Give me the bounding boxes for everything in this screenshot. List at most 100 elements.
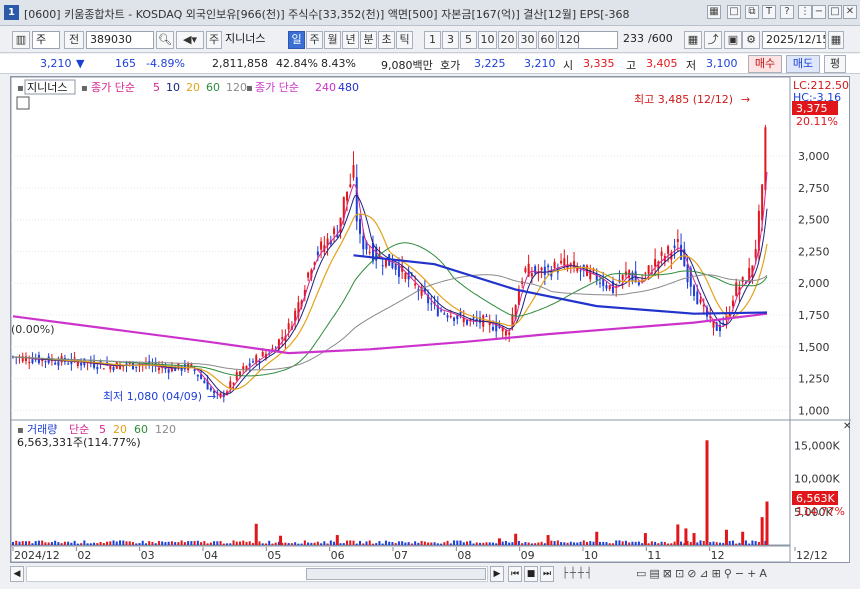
date-input[interactable]: 2025/12/15 (762, 31, 826, 49)
tile-icon[interactable]: ⧉ (745, 5, 759, 19)
save-icon[interactable]: ▣ (724, 31, 742, 49)
stop-icon[interactable]: ■ (524, 566, 538, 582)
chart-scrollbar[interactable]: ◀ ▶ ⏮ ■ ⏭ ├┼┼┤ ▭▤⊠⊡⊘⊿⊞⚲−+A (10, 565, 850, 585)
chart-area[interactable]: 3,000 2,750 2,500 2,250 2,000 1,750 1,500 1,250… (10, 76, 851, 564)
text-icon[interactable]: T (762, 5, 776, 19)
volume-bar (258, 541, 261, 545)
scroll-left-icon[interactable]: ◀ (10, 566, 24, 582)
price-tick-label: 1,750 (798, 309, 830, 322)
candle (164, 368, 167, 370)
sell-button[interactable]: 매도 (786, 55, 820, 73)
volume-tick-label: 15,000K (794, 440, 840, 453)
volume-bar (410, 543, 413, 545)
volume-bar (491, 542, 494, 545)
volume-bar (213, 541, 216, 545)
layout-icon[interactable]: ▥ (12, 31, 30, 49)
period-button-5[interactable]: 초 (378, 31, 395, 49)
volume-spike (724, 529, 728, 545)
volume-bar (654, 541, 657, 545)
interval-select[interactable] (578, 31, 618, 49)
volume-bar (667, 543, 670, 545)
x-tick-label: 02 (77, 549, 91, 562)
volume-bar (540, 541, 543, 545)
candle (307, 272, 310, 278)
candle (491, 326, 494, 331)
period-button-1[interactable]: 주 (306, 31, 323, 49)
volume-bar (427, 542, 430, 545)
period-button-4[interactable]: 분 (360, 31, 377, 49)
stock-code-input[interactable]: 389030 (86, 31, 154, 49)
sound-icon[interactable]: ◀▾ (176, 31, 204, 49)
volume-bar (206, 543, 209, 545)
balance-button[interactable]: 평 (824, 55, 846, 73)
minimize-grid-icon[interactable]: ▦ (707, 5, 721, 19)
interval-button-5[interactable]: 5 (460, 31, 477, 49)
turnover-rate: 8.43% (321, 57, 356, 70)
candle (563, 258, 566, 266)
volume-bar (751, 540, 754, 545)
volume-bar (485, 542, 488, 545)
candle (667, 246, 670, 254)
rewind-icon[interactable]: ⏮ (508, 566, 522, 582)
volume-bar (466, 541, 469, 545)
volume-bar (125, 541, 128, 545)
search-icon[interactable]: 🔍︎ (156, 31, 174, 49)
trend-icon[interactable]: ⤴ (704, 31, 722, 49)
legend-marker: ▪ (17, 83, 24, 94)
legend-stock-name: 지니너스 (27, 81, 67, 94)
interval-button-20[interactable]: 20 (498, 31, 517, 49)
candle (248, 363, 251, 366)
interval-button-30[interactable]: 30 (518, 31, 537, 49)
scroll-thumb[interactable] (306, 568, 486, 580)
period-button-2[interactable]: 월 (324, 31, 341, 49)
period-button-0[interactable]: 일 (288, 31, 305, 49)
volume-bar (242, 540, 245, 545)
period-button-6[interactable]: 틱 (396, 31, 413, 49)
volume-bar (582, 540, 585, 545)
gear-icon[interactable]: ⚙ (742, 31, 760, 49)
volume-spike (497, 538, 501, 545)
candle (693, 285, 696, 296)
period-type-button[interactable]: 전 (64, 31, 84, 49)
maximize-icon[interactable]: □ (828, 5, 842, 19)
volume-bar (54, 540, 57, 545)
volume-bar (404, 542, 407, 545)
volume-bar (550, 540, 553, 545)
candle (647, 265, 650, 274)
minimize-icon[interactable]: − (812, 5, 826, 19)
volume-spike (692, 533, 696, 545)
candle (660, 251, 663, 256)
zoom-range-icon[interactable]: ├┼┼┤ (562, 566, 626, 582)
play-icon[interactable]: ⏭ (540, 566, 554, 582)
period-button-3[interactable]: 년 (342, 31, 359, 49)
interval-button-3[interactable]: 3 (442, 31, 459, 49)
window-icon[interactable]: □ (727, 5, 741, 19)
volume-bar (151, 542, 154, 545)
candle (579, 270, 582, 272)
volume-ma-period: 60 (134, 423, 148, 436)
volume-bar (436, 543, 439, 545)
close-icon[interactable]: ✕ (843, 5, 857, 19)
chart-tools-icons[interactable]: ▭▤⊠⊡⊘⊿⊞⚲−+A (636, 566, 852, 582)
unit-select[interactable]: 주 (32, 31, 60, 49)
candle (281, 337, 284, 339)
volume-bar (472, 543, 475, 545)
candle (608, 285, 611, 290)
volume-bar (96, 543, 99, 545)
calendar-icon[interactable]: ▦ (684, 31, 702, 49)
volume-ratio: 42.84% (276, 57, 318, 70)
price-chart-svg[interactable]: 3,000 2,750 2,500 2,250 2,000 1,750 1,500 1,250… (11, 77, 851, 564)
interval-button-1[interactable]: 1 (424, 31, 441, 49)
volume-bar (229, 543, 232, 545)
interval-button-60[interactable]: 60 (538, 31, 557, 49)
help-icon[interactable]: ? (780, 5, 794, 19)
volume-bar (537, 542, 540, 545)
calendar-button[interactable]: ▦ (828, 31, 844, 49)
buy-button[interactable]: 매수 (748, 55, 782, 73)
interval-button-10[interactable]: 10 (478, 31, 497, 49)
candle (287, 323, 290, 330)
volume-bar (731, 540, 734, 545)
scroll-right-icon[interactable]: ▶ (490, 566, 504, 582)
interval-button-120[interactable]: 120 (558, 31, 580, 49)
candle (320, 241, 323, 250)
